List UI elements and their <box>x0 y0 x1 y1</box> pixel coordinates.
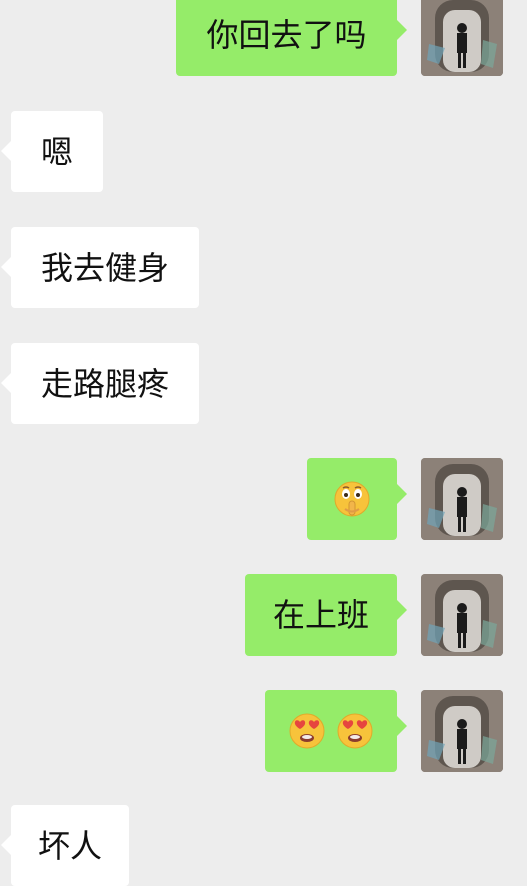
message-bubble-incoming[interactable]: 嗯 <box>1 111 103 192</box>
message-bubble-incoming[interactable]: 坏人 <box>1 805 129 886</box>
avatar-photo-icon <box>421 458 503 540</box>
message-bubble-outgoing[interactable] <box>265 690 407 772</box>
avatar-photo-icon <box>421 690 503 772</box>
avatar[interactable] <box>421 458 503 540</box>
shush-face-icon <box>333 480 371 518</box>
message-text: 在上班 <box>272 596 369 634</box>
chat-thread: 你回去了吗 嗯 我去健身 走路腿疼 在上班 坏人 <box>0 0 527 886</box>
message-text: 坏人 <box>37 826 102 865</box>
avatar-photo-icon <box>421 0 503 76</box>
message-bubble-outgoing[interactable]: 在上班 <box>245 574 407 656</box>
message-text: 你回去了吗 <box>206 16 367 54</box>
avatar[interactable] <box>421 690 503 772</box>
message-text: 我去健身 <box>40 248 169 287</box>
message-bubble-outgoing[interactable]: 你回去了吗 <box>176 0 407 76</box>
message-text: 嗯 <box>40 132 73 171</box>
avatar[interactable] <box>421 0 503 76</box>
message-bubble-incoming[interactable]: 我去健身 <box>1 227 199 308</box>
heart-eyes-face-icon <box>288 712 326 750</box>
avatar[interactable] <box>421 574 503 656</box>
message-bubble-outgoing[interactable] <box>307 458 407 540</box>
avatar-photo-icon <box>421 574 503 656</box>
message-text: 走路腿疼 <box>40 364 169 403</box>
message-bubble-incoming[interactable]: 走路腿疼 <box>1 343 199 424</box>
heart-eyes-face-icon <box>336 712 374 750</box>
